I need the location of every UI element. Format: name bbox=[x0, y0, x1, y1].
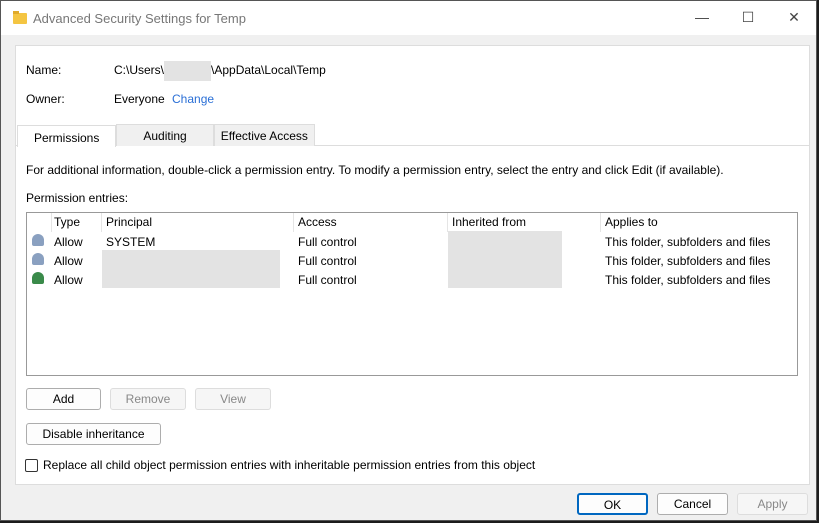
window-title: Advanced Security Settings for Temp bbox=[33, 10, 246, 26]
table-row[interactable]: Allow SYSTEM Full control This folder, s… bbox=[27, 230, 797, 251]
view-button[interactable]: View bbox=[195, 388, 271, 410]
column-principal[interactable]: Principal bbox=[102, 213, 294, 232]
permission-entries-list[interactable]: Type Principal Access Inherited from App… bbox=[26, 212, 798, 376]
redacted bbox=[102, 249, 280, 269]
column-access[interactable]: Access bbox=[294, 213, 448, 232]
row-applies: This folder, subfolders and files bbox=[605, 253, 771, 268]
entries-label: Permission entries: bbox=[26, 191, 129, 205]
main-panel: Name: C:\Users\ \AppData\Local\Temp Owner… bbox=[15, 45, 810, 485]
replace-checkbox-row[interactable]: Replace all child object permission entr… bbox=[25, 458, 535, 472]
row-access: Full control bbox=[298, 234, 357, 249]
redacted bbox=[448, 268, 562, 288]
minimize-button[interactable]: — bbox=[679, 1, 725, 33]
title-bar: Advanced Security Settings for Temp — ☐ … bbox=[1, 1, 816, 35]
tab-effective-access[interactable]: Effective Access bbox=[213, 124, 315, 146]
replace-checkbox-label: Replace all child object permission entr… bbox=[43, 458, 536, 472]
ok-button[interactable]: OK bbox=[577, 493, 648, 515]
row-applies: This folder, subfolders and files bbox=[605, 234, 771, 249]
redacted bbox=[102, 268, 280, 288]
column-inherited-from[interactable]: Inherited from bbox=[448, 213, 601, 232]
close-button[interactable]: ✕ bbox=[771, 1, 817, 33]
owner-value: Everyone bbox=[114, 92, 165, 106]
row-type: Allow bbox=[54, 272, 83, 287]
redacted bbox=[448, 230, 562, 250]
group-icon bbox=[32, 253, 44, 265]
remove-button[interactable]: Remove bbox=[110, 388, 186, 410]
path-suffix: \AppData\Local\Temp bbox=[211, 63, 326, 77]
row-access: Full control bbox=[298, 253, 357, 268]
replace-checkbox[interactable] bbox=[25, 458, 38, 472]
redacted bbox=[448, 249, 562, 269]
owner-label: Owner: bbox=[26, 92, 65, 106]
redacted bbox=[164, 60, 212, 81]
tab-permissions[interactable]: Permissions bbox=[17, 125, 117, 147]
table-row[interactable]: Allow Full control This folder, subfolde… bbox=[27, 268, 797, 291]
row-type: Allow bbox=[54, 234, 83, 249]
row-principal bbox=[102, 268, 294, 291]
icon-column bbox=[27, 213, 52, 232]
info-text: For additional information, double-click… bbox=[26, 163, 724, 177]
column-applies-to[interactable]: Applies to bbox=[601, 213, 658, 232]
row-inherited bbox=[448, 268, 601, 291]
row-access: Full control bbox=[298, 272, 357, 287]
row-principal: SYSTEM bbox=[106, 234, 156, 249]
row-applies: This folder, subfolders and files bbox=[605, 272, 771, 287]
maximize-button[interactable]: ☐ bbox=[725, 1, 771, 33]
disable-inheritance-button[interactable]: Disable inheritance bbox=[26, 423, 161, 445]
column-type[interactable]: Type bbox=[52, 213, 102, 232]
add-button[interactable]: Add bbox=[26, 388, 101, 410]
folder-icon bbox=[13, 10, 27, 24]
user-icon bbox=[32, 272, 44, 284]
dialog-window: Advanced Security Settings for Temp — ☐ … bbox=[0, 0, 817, 521]
cancel-button[interactable]: Cancel bbox=[657, 493, 728, 515]
change-owner-link[interactable]: Change bbox=[172, 92, 214, 106]
group-icon bbox=[32, 234, 44, 246]
tab-bar: Permissions Auditing Effective Access bbox=[17, 124, 315, 147]
row-type: Allow bbox=[54, 253, 83, 268]
name-value: C:\Users\ \AppData\Local\Temp bbox=[114, 60, 326, 81]
name-label: Name: bbox=[26, 63, 62, 77]
table-row[interactable]: Allow Full control This folder, subfolde… bbox=[27, 249, 797, 270]
path-prefix: C:\Users\ bbox=[114, 63, 165, 77]
apply-button[interactable]: Apply bbox=[737, 493, 808, 515]
tab-auditing[interactable]: Auditing bbox=[116, 124, 214, 146]
list-header: Type Principal Access Inherited from App… bbox=[27, 213, 797, 232]
